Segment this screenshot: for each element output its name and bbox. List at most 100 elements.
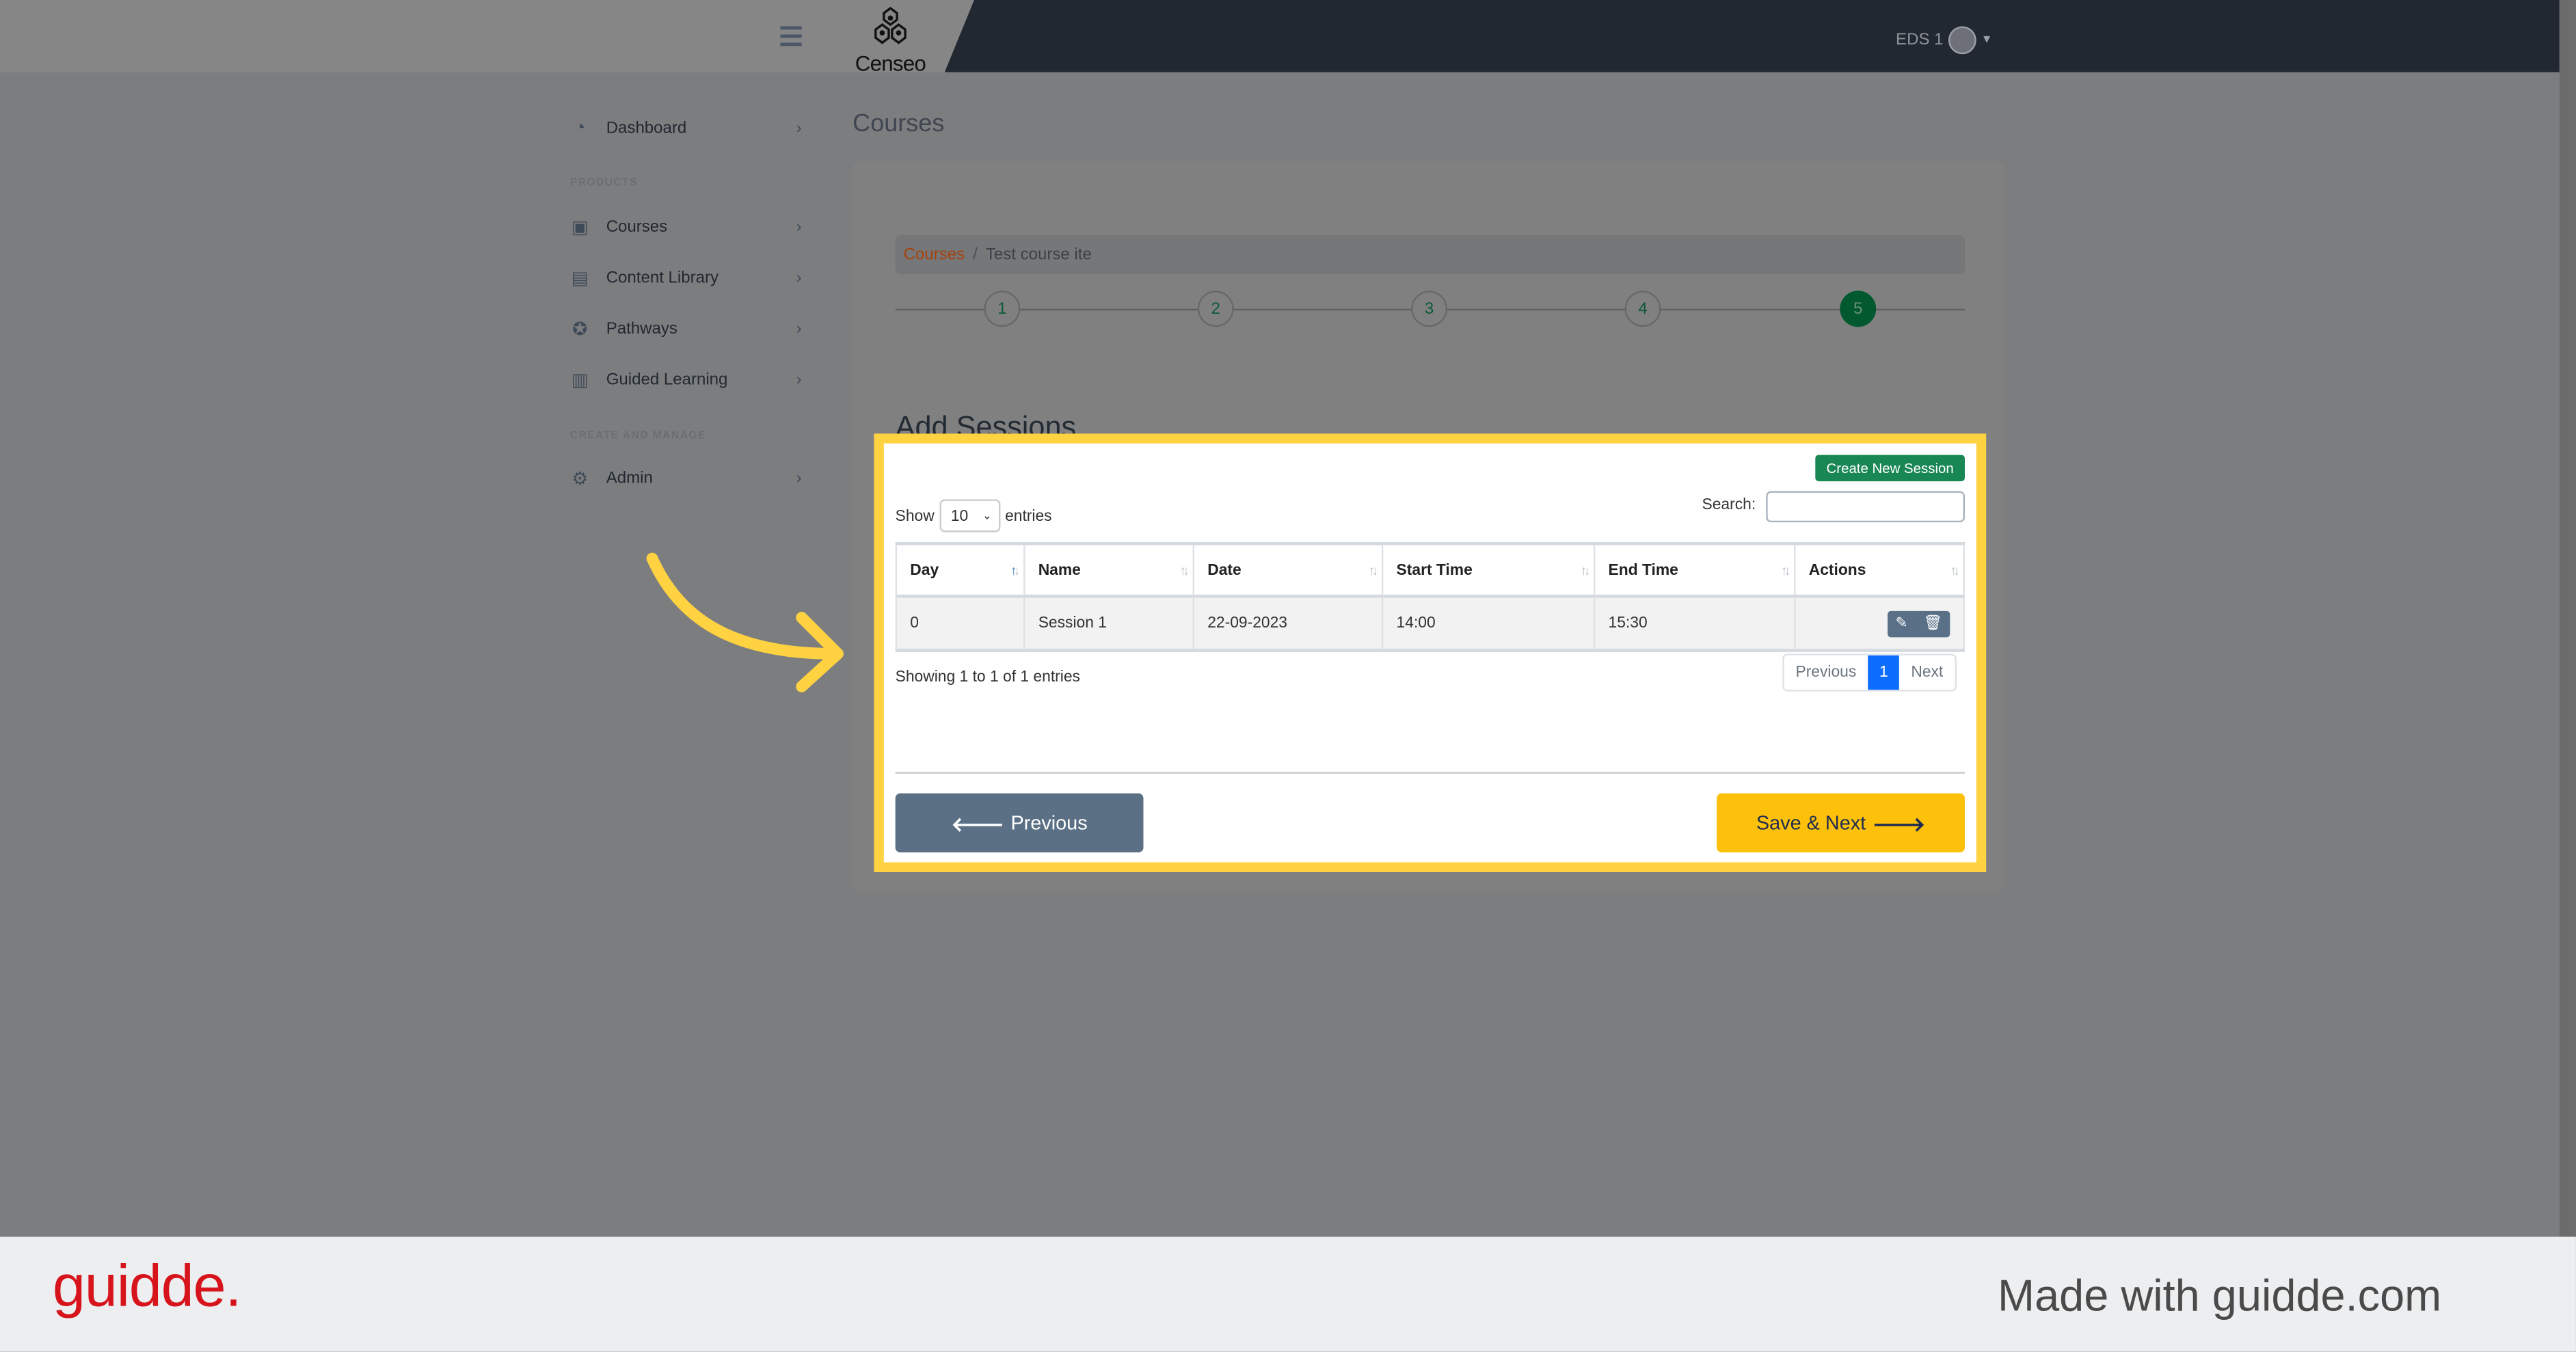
trash-icon[interactable]: 🗑 <box>1923 614 1942 632</box>
courses-icon: ▣ <box>571 217 589 238</box>
step-2[interactable]: 2 <box>1197 290 1234 327</box>
table-row: 0 Session 1 22-09-2023 14:00 15:30 ✎ 🗑 <box>895 595 1965 652</box>
chevron-down-icon: ⌄ <box>982 511 992 523</box>
chevron-right-icon: › <box>796 119 802 137</box>
award-icon: ✪ <box>572 319 588 340</box>
chevron-right-icon: › <box>796 217 802 236</box>
avatar-icon <box>1948 26 1976 55</box>
save-next-label: Save & Next <box>1756 811 1866 835</box>
sidebar-item-content-library[interactable]: ▤ Content Library › <box>568 261 808 294</box>
pagination-previous[interactable]: Previous <box>1784 655 1868 690</box>
footer-tagline: Made with guidde.com <box>1998 1271 2442 1321</box>
sidebar-item-courses[interactable]: ▣ Courses › <box>568 211 808 243</box>
sidebar-item-label: Guided Learning <box>606 370 728 389</box>
entries-length: Show 10 ⌄ entries <box>895 499 1052 532</box>
section-products: PRODUCTS <box>569 177 639 189</box>
chevron-right-icon: › <box>796 319 802 338</box>
chevron-right-icon: › <box>796 469 802 487</box>
step-1[interactable]: 1 <box>984 290 1021 327</box>
sort-icon: ↑↓ <box>1950 563 1959 578</box>
column-start-time[interactable]: Start Time ↑↓ <box>1381 541 1596 598</box>
cell-name: Session 1 <box>1023 595 1194 652</box>
divider <box>895 772 1965 774</box>
sidebar-item-label: Admin <box>606 469 653 487</box>
sort-icon: ↑↓ <box>1010 563 1020 578</box>
sidebar-item-admin[interactable]: ⚙ Admin › <box>568 461 808 494</box>
step-5[interactable]: 5 <box>1840 290 1877 327</box>
hamburger-menu-icon[interactable] <box>780 26 802 51</box>
book-icon: ▤ <box>571 268 589 288</box>
row-actions: ✎ 🗑 <box>1888 610 1950 637</box>
column-end-time[interactable]: End Time ↑↓ <box>1593 541 1796 598</box>
arrow-left-icon: 🡐 <box>951 812 1004 835</box>
header-label: Day <box>910 560 939 580</box>
user-name: EDS 1 <box>1896 31 1944 50</box>
sort-icon: ↑↓ <box>1780 563 1790 578</box>
sidebar-item-guided-learning[interactable]: ▥ Guided Learning › <box>568 363 808 396</box>
app-root: Censeo EDS 1 ▼ ◔ Dashboard › PRODUCTS ▣ Cou… <box>0 0 2576 1352</box>
brand-logo[interactable]: Censeo <box>848 6 933 76</box>
breadcrumb-separator: / <box>973 245 978 264</box>
sidebar-item-label: Courses <box>606 217 668 236</box>
sidebar-item-dashboard[interactable]: ◔ Dashboard › <box>568 111 808 144</box>
arrow-right-icon: 🡒 <box>1872 812 1926 835</box>
gear-icon: ⚙ <box>572 469 589 489</box>
dashboard-icon: ◔ <box>574 118 586 138</box>
breadcrumb: Courses / Test course ite <box>895 234 1965 275</box>
header-label: Date <box>1207 560 1242 580</box>
show-label: Show <box>895 506 935 525</box>
clipboard-list-icon: ▥ <box>571 370 589 390</box>
cell-actions: ✎ 🗑 <box>1794 595 1965 652</box>
cell-date: 22-09-2023 <box>1192 595 1384 652</box>
step-3[interactable]: 3 <box>1411 290 1448 327</box>
censeo-logo-icon <box>874 6 907 44</box>
search-input[interactable] <box>1766 491 1965 523</box>
sidebar-item-label: Dashboard <box>606 119 687 137</box>
user-menu[interactable]: EDS 1 ▼ <box>1896 26 1993 55</box>
pointer-arrow-icon <box>646 552 844 692</box>
cell-end-time: 15:30 <box>1593 595 1796 652</box>
header-left <box>0 0 986 72</box>
page-title: Courses <box>853 110 945 138</box>
column-day[interactable]: Day ↑↓ <box>895 541 1025 598</box>
pagination-page-1[interactable]: 1 <box>1868 655 1900 690</box>
header-bar <box>944 0 2560 72</box>
pagination: Previous 1 Next <box>1782 653 1957 692</box>
cell-day: 0 <box>895 595 1025 652</box>
caret-down-icon: ▼ <box>1981 34 1993 46</box>
entries-select[interactable]: 10 ⌄ <box>939 499 1000 532</box>
sort-icon: ↑↓ <box>1368 563 1378 578</box>
search-label: Search: <box>1702 496 1756 515</box>
sidebar-item-pathways[interactable]: ✪ Pathways › <box>568 312 808 345</box>
breadcrumb-courses-link[interactable]: Courses <box>904 245 965 263</box>
pagination-next[interactable]: Next <box>1900 655 1955 690</box>
table-info: Showing 1 to 1 of 1 entries <box>895 668 1080 687</box>
entries-value: 10 <box>950 506 969 525</box>
header-label: Name <box>1038 560 1081 580</box>
header-label: Actions <box>1808 560 1866 580</box>
sort-icon: ↑↓ <box>1580 563 1590 578</box>
step-4[interactable]: 4 <box>1624 290 1661 327</box>
table-header-row: Day ↑↓ Name ↑↓ Date ↑↓ Start Time ↑↓ End Tim… <box>895 541 1965 598</box>
save-next-button[interactable]: Save & Next 🡒 <box>1717 793 1965 853</box>
scrollbar[interactable] <box>2559 0 2576 1237</box>
column-actions[interactable]: Actions ↑↓ <box>1794 541 1965 598</box>
edit-icon[interactable]: ✎ <box>1895 614 1907 632</box>
breadcrumb-current: Test course ite <box>985 245 1092 264</box>
sidebar-item-label: Content Library <box>606 268 719 287</box>
section-create-manage: CREATE AND MANAGE <box>569 430 706 442</box>
header-label: End Time <box>1608 560 1678 580</box>
previous-button[interactable]: 🡐 Previous <box>895 793 1144 853</box>
header-label: Start Time <box>1396 560 1473 580</box>
column-date[interactable]: Date ↑↓ <box>1192 541 1384 598</box>
chevron-right-icon: › <box>796 370 802 389</box>
create-new-session-button[interactable]: Create New Session <box>1815 455 1965 482</box>
entries-label: entries <box>1005 506 1052 525</box>
brand-name: Censeo <box>855 51 926 76</box>
sidebar-item-label: Pathways <box>606 319 677 338</box>
sort-icon: ↑↓ <box>1179 563 1189 578</box>
column-name[interactable]: Name ↑↓ <box>1023 541 1194 598</box>
guidde-logo: guidde. <box>52 1252 242 1319</box>
cell-start-time: 14:00 <box>1381 595 1596 652</box>
previous-label: Previous <box>1010 811 1088 835</box>
